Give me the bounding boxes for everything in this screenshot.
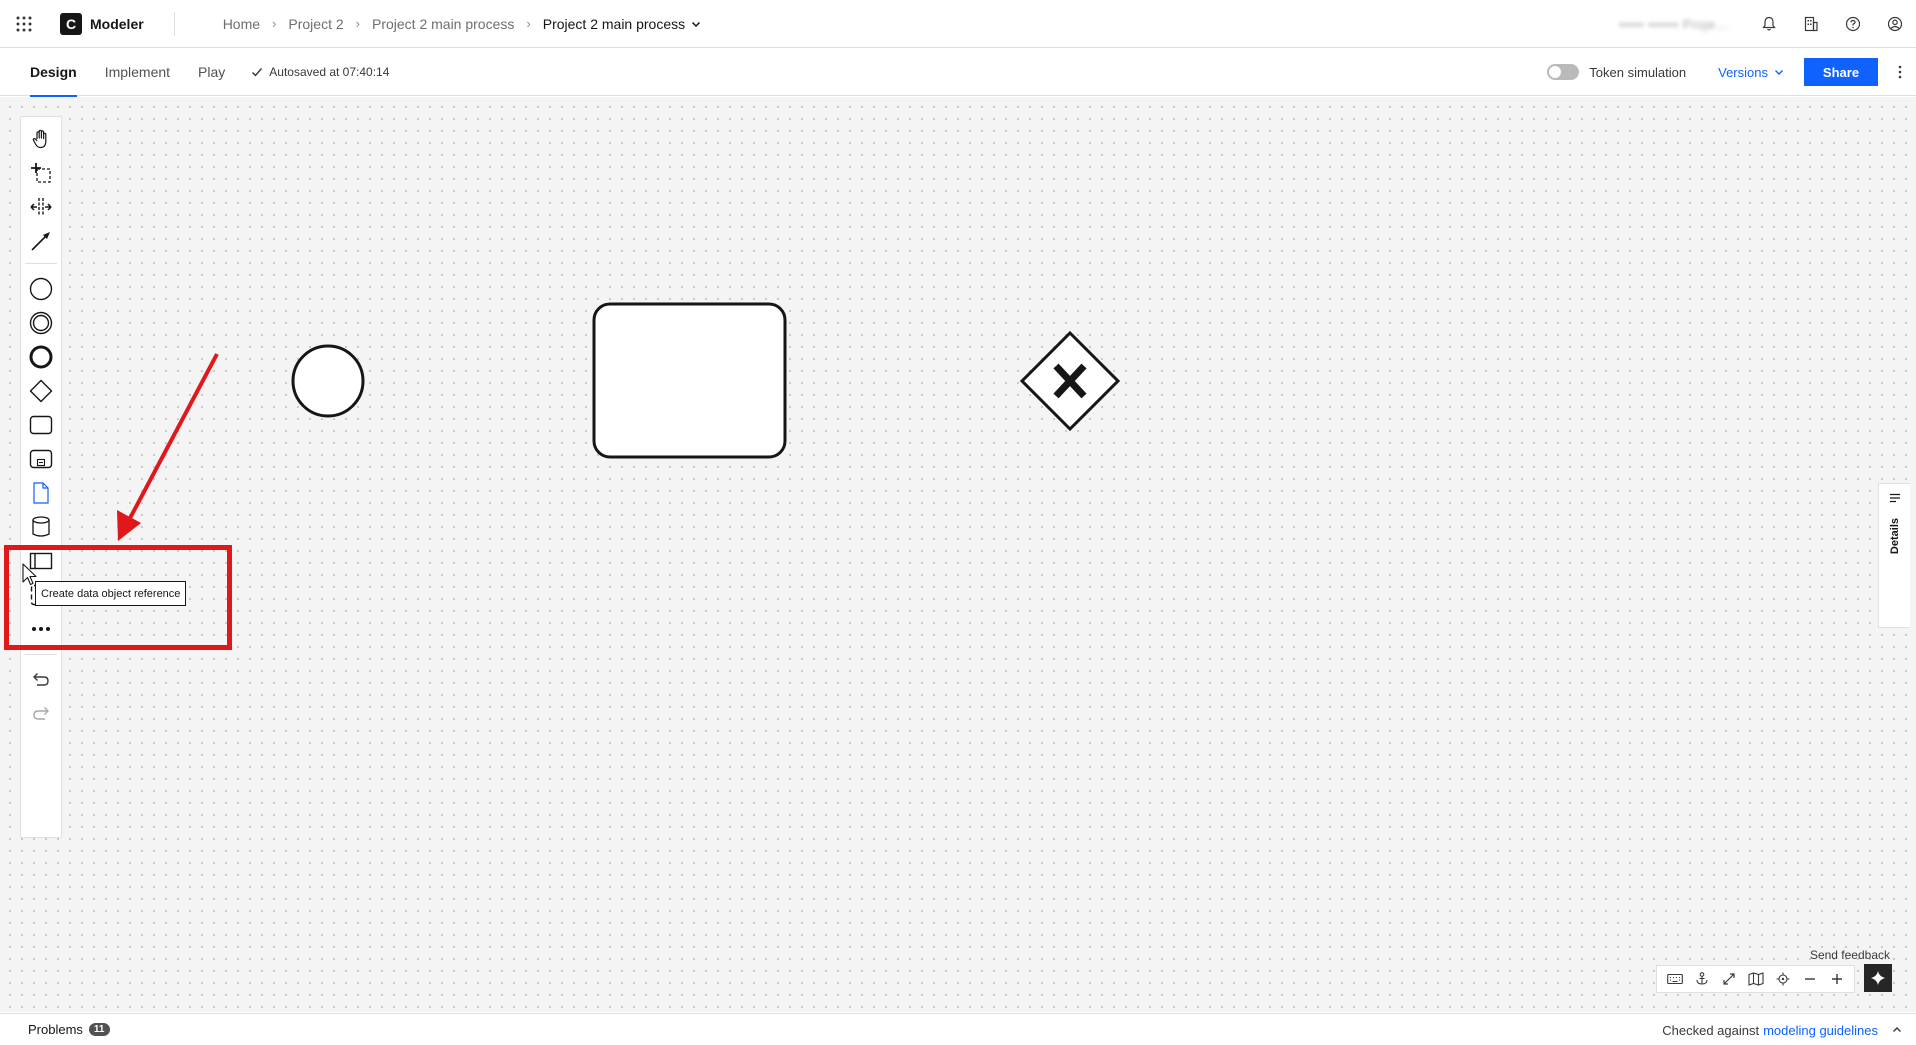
- tool-palette: [20, 116, 62, 838]
- ai-assistant-button[interactable]: [1864, 964, 1892, 992]
- task[interactable]: [592, 302, 787, 459]
- sparkle-icon: [1871, 971, 1885, 985]
- annotation-arrow: [117, 353, 219, 541]
- palette-tooltip: Create data object reference: [35, 581, 187, 606]
- minimap-icon[interactable]: [1742, 966, 1769, 992]
- data-store-reference-tool-icon[interactable]: [24, 511, 58, 543]
- details-panel-toggle[interactable]: Details: [1878, 483, 1910, 628]
- lasso-tool-icon[interactable]: [24, 157, 58, 189]
- details-label: Details: [1888, 518, 1901, 555]
- exclusive-gateway[interactable]: [1019, 330, 1121, 432]
- checked-against-text: Checked against: [1662, 1022, 1760, 1038]
- undo-icon[interactable]: [24, 663, 58, 695]
- start-event-tool-icon[interactable]: [24, 273, 58, 305]
- problems-count-badge: 11: [88, 1023, 110, 1036]
- hand-tool-icon[interactable]: [24, 123, 58, 155]
- task-tool-icon[interactable]: [24, 409, 58, 441]
- problems-button[interactable]: Problems 11: [28, 1022, 110, 1037]
- start-event[interactable]: [291, 344, 365, 418]
- global-connect-tool-icon[interactable]: [24, 225, 58, 257]
- subprocess-tool-icon[interactable]: [24, 443, 58, 475]
- chevron-up-icon[interactable]: [1892, 1025, 1902, 1035]
- canvas-controls: [1656, 965, 1855, 993]
- deploy-icon[interactable]: [1688, 966, 1715, 992]
- bpmn-diagram: [117, 302, 1121, 541]
- send-feedback-link[interactable]: Send feedback: [1810, 948, 1890, 962]
- mouse-cursor-icon: [22, 563, 37, 586]
- menu-icon: [1889, 493, 1900, 503]
- keyboard-icon[interactable]: [1661, 966, 1688, 992]
- gateway-tool-icon[interactable]: [24, 375, 58, 407]
- palette-separator: [25, 263, 57, 264]
- problems-label: Problems: [28, 1022, 83, 1037]
- space-tool-icon[interactable]: [24, 191, 58, 223]
- reset-view-icon[interactable]: [1769, 966, 1796, 992]
- zoom-in-icon[interactable]: [1823, 966, 1850, 992]
- modeling-guidelines-link[interactable]: modeling guidelines: [1763, 1023, 1878, 1038]
- fullscreen-icon[interactable]: [1715, 966, 1742, 992]
- end-event-tool-icon[interactable]: [24, 341, 58, 373]
- zoom-out-icon[interactable]: [1796, 966, 1823, 992]
- intermediate-event-tool-icon[interactable]: [24, 307, 58, 339]
- status-bar: Problems 11 Checked against modeling gui…: [0, 1013, 1916, 1045]
- redo-icon[interactable]: [24, 697, 58, 729]
- data-object-reference-tool-icon[interactable]: [24, 477, 58, 509]
- palette-separator: [25, 654, 57, 655]
